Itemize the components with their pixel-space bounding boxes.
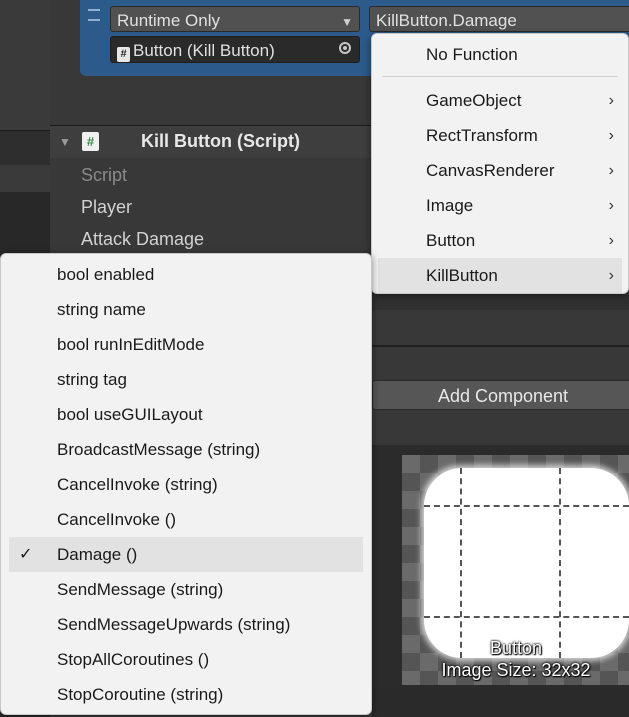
slice-guide [424,616,629,618]
slice-guide [559,468,561,658]
hierarchy-toolbar: 🔒 ⋮ [0,130,50,288]
menu-item-string-tag[interactable]: string tag [1,362,371,397]
menu-item-label: No Function [426,45,518,64]
menu-item-no-function[interactable]: No Function [372,37,628,72]
menu-item-label: CancelInvoke () [57,510,177,529]
slice-guide [460,468,462,658]
check-icon: ✓ [19,546,33,563]
method-menu: bool enabled string name bool runInEditM… [0,253,372,715]
target-icon[interactable] [339,42,351,54]
menu-item-label: CancelInvoke (string) [57,475,218,494]
menu-item-label: SendMessageUpwards (string) [57,615,291,634]
menu-item-label: StopAllCoroutines () [57,650,210,669]
menu-item-label: RectTransform [426,126,538,145]
hash-icon: # [117,47,130,62]
inspector-divider [372,292,629,310]
menu-item-button[interactable]: Button › [372,223,628,258]
component-title: Kill Button (Script) [141,131,300,151]
function-dropdown[interactable]: KillButton.Damage [369,6,629,32]
property-player: Player [81,197,133,217]
add-component-button[interactable]: Add Component [372,380,629,410]
menu-item-cancelinvoke[interactable]: CancelInvoke () [1,502,371,537]
function-dropdown-label: KillButton.Damage [376,11,517,30]
function-menu: No Function GameObject › RectTransform ›… [371,33,629,294]
menu-item-label: GameObject [426,91,522,110]
target-object-label: Button (Kill Button) [133,41,275,60]
preview-size: Image Size: 32x32 [441,660,591,680]
menu-item-label: KillButton [426,266,498,285]
runtime-dropdown-label: Runtime Only [117,11,220,30]
preview-name: Button [489,638,543,658]
menu-item-damage[interactable]: ✓ Damage () [9,537,363,572]
menu-item-label: string tag [57,370,127,389]
chevron-right-icon: › [608,127,614,144]
menu-item-label: SendMessage (string) [57,580,224,599]
menu-item-label: StopCoroutine (string) [57,685,224,704]
menu-item-sendmessage[interactable]: SendMessage (string) [1,572,371,607]
menu-item-label: bool useGUILayout [57,405,203,424]
menu-item-image[interactable]: Image › [372,188,628,223]
menu-item-recttransform[interactable]: RectTransform › [372,118,628,153]
sprite-preview [424,468,629,658]
preview-bottom-bar [372,688,629,717]
target-object-field[interactable]: # Button (Kill Button) [110,36,360,63]
menu-separator [382,76,618,77]
menu-item-label: bool runInEditMode [57,335,205,354]
menu-item-label: bool enabled [57,265,155,284]
chevron-right-icon: › [608,197,614,214]
menu-item-bool-enabled[interactable]: bool enabled [1,257,371,292]
hierarchy-area [0,0,50,130]
menu-item-killbutton[interactable]: KillButton › [378,258,622,293]
menu-item-stopallcoroutines[interactable]: StopAllCoroutines () [1,642,371,677]
property-attack-damage: Attack Damage [81,229,205,249]
hash-icon: # [82,132,99,151]
fold-arrow-icon[interactable]: ▼ [59,135,71,149]
chevron-down-icon: ▼ [341,15,353,29]
menu-item-label: BroadcastMessage (string) [57,440,261,459]
menu-item-gameobject[interactable]: GameObject › [372,83,628,118]
menu-item-bool-useguilayout[interactable]: bool useGUILayout [1,397,371,432]
visibility-row: 👁 22 [0,165,50,351]
inspector-divider [372,345,629,347]
menu-item-label: Button [426,231,476,250]
chevron-right-icon: › [608,162,614,179]
menu-item-label: CanvasRenderer [426,161,555,180]
menu-item-sendmessageupwards[interactable]: SendMessageUpwards (string) [1,607,371,642]
chevron-right-icon: › [608,232,614,249]
chevron-right-icon: › [608,267,614,284]
menu-item-cancelinvoke-string[interactable]: CancelInvoke (string) [1,467,371,502]
menu-item-label: Damage () [57,545,138,564]
chevron-right-icon: › [608,92,614,109]
menu-item-label: Image [426,196,474,215]
property-script: Script [81,165,128,185]
menu-item-canvasrenderer[interactable]: CanvasRenderer › [372,153,628,188]
runtime-dropdown[interactable]: Runtime Only ▼ [110,6,360,32]
menu-item-bool-runineditmode[interactable]: bool runInEditMode [1,327,371,362]
menu-item-broadcastmessage[interactable]: BroadcastMessage (string) [1,432,371,467]
menu-item-string-name[interactable]: string name [1,292,371,327]
slice-guide [424,505,629,507]
reorder-handle[interactable] [88,9,100,21]
menu-item-label: string name [57,300,146,319]
menu-item-stopcoroutine[interactable]: StopCoroutine (string) [1,677,371,712]
